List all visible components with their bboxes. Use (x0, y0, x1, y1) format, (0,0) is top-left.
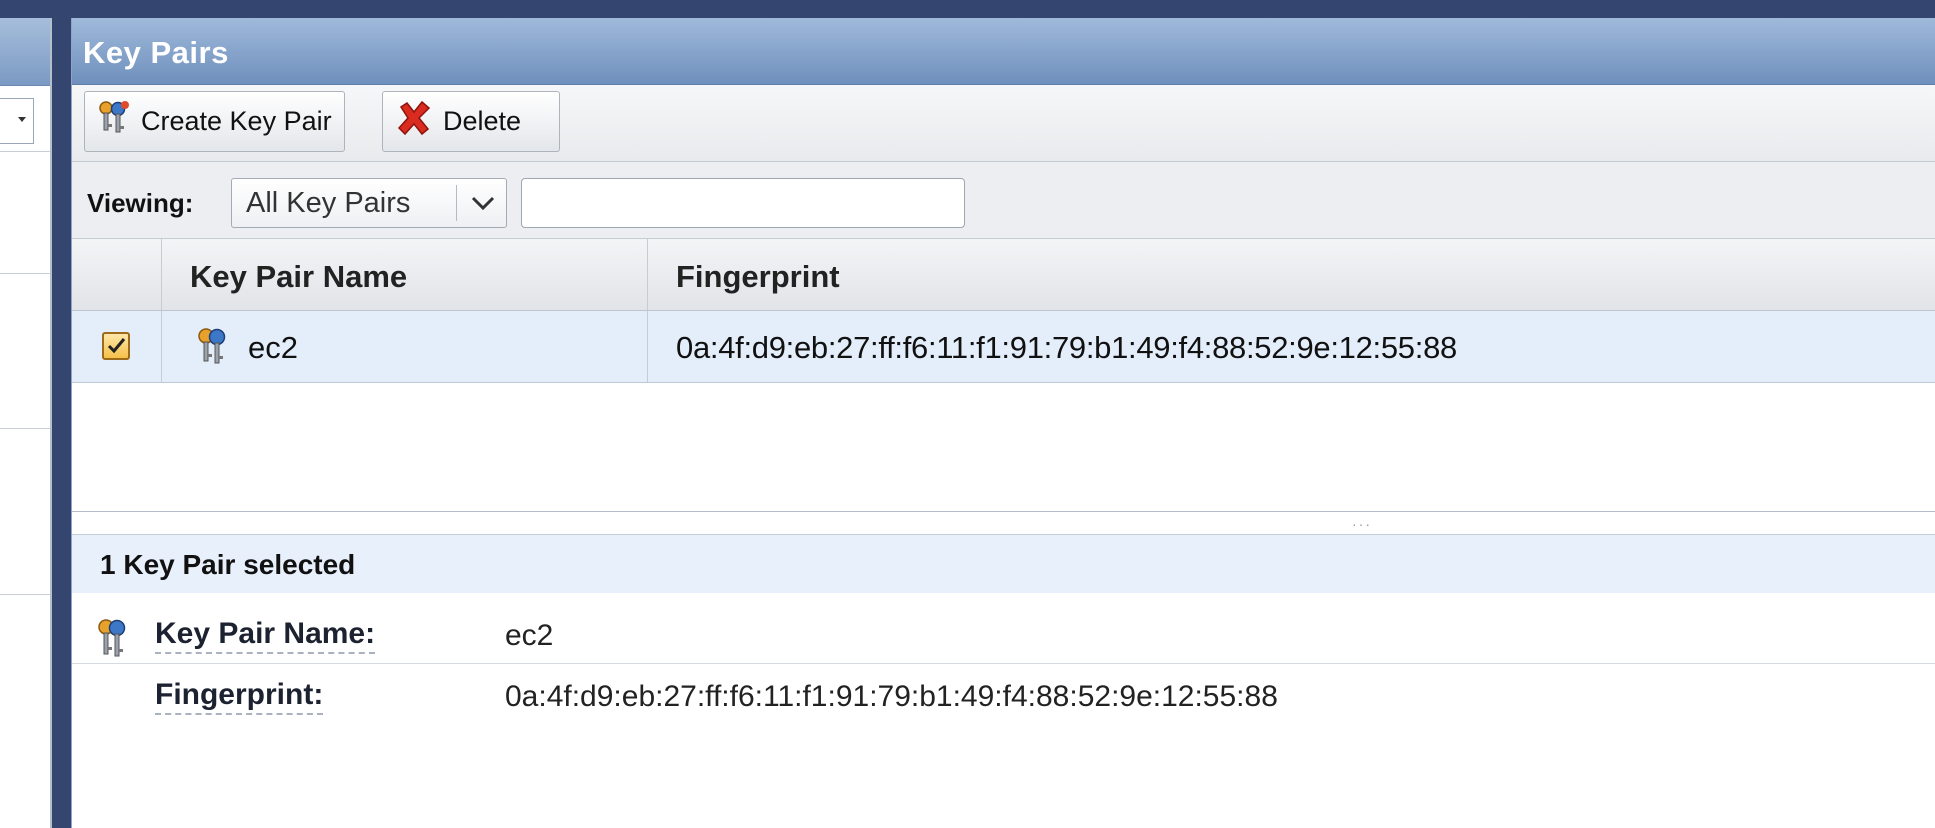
grid-empty-area (72, 383, 1935, 512)
fingerprint-value: 0a:4f:d9:eb:27:ff:f6:11:f1:91:79:b1:49:f… (505, 680, 1278, 713)
row-fingerprint: 0a:4f:d9:eb:27:ff:f6:11:f1:91:79:b1:49:f… (676, 330, 1457, 365)
left-nav-header (0, 18, 50, 86)
key-pair-add-icon (97, 100, 131, 143)
detail-row-fingerprint: Fingerprint: 0a:4f:d9:eb:27:ff:f6:11:f1:… (72, 664, 1935, 734)
column-divider[interactable] (647, 239, 648, 310)
toolbar: Create Key Pair Delete (72, 85, 1935, 162)
left-nav-dropdown[interactable] (0, 98, 34, 144)
key-pair-name-value: ec2 (505, 619, 554, 652)
red-x-delete-icon (395, 99, 433, 144)
chevron-down-icon (465, 185, 501, 221)
create-key-pair-label: Create Key Pair (141, 106, 332, 136)
detail-row-name: Key Pair Name: ec2 (72, 593, 1935, 664)
column-header-key-pair-name[interactable]: Key Pair Name (190, 259, 407, 295)
key-pairs-panel: Key Pairs Create Key Pair Delete Viewing… (71, 18, 1935, 828)
left-nav-divider (0, 151, 50, 152)
left-nav-panel (0, 18, 52, 828)
key-pair-name-label: Key Pair Name: (155, 617, 376, 654)
column-divider (647, 311, 648, 382)
key-pair-icon (96, 617, 130, 669)
select-all-column[interactable] (72, 239, 162, 310)
delete-button[interactable]: Delete (382, 91, 560, 152)
viewing-selected-option: All Key Pairs (246, 187, 411, 219)
delete-label: Delete (443, 106, 522, 136)
left-nav-divider (0, 273, 50, 274)
panel-splitter[interactable]: ··· (72, 512, 1935, 535)
viewing-bar: Viewing: All Key Pairs (72, 162, 1935, 239)
viewing-filter-select[interactable]: All Key Pairs (231, 178, 507, 228)
left-nav-divider (0, 594, 50, 595)
left-nav-divider (0, 428, 50, 429)
search-input[interactable] (521, 178, 965, 228)
create-key-pair-button[interactable]: Create Key Pair (84, 91, 345, 152)
row-checkbox-cell (72, 311, 162, 382)
row-key-pair-name: ec2 (248, 330, 298, 365)
splitter-grip-icon: ··· (1352, 516, 1372, 532)
grid-header: Key Pair Name Fingerprint (72, 239, 1935, 311)
select-divider (456, 185, 457, 221)
fingerprint-label: Fingerprint: (155, 678, 324, 715)
table-row[interactable]: ec2 0a:4f:d9:eb:27:ff:f6:11:f1:91:79:b1:… (72, 311, 1935, 383)
key-pair-icon (196, 327, 230, 375)
row-checkbox[interactable] (102, 332, 130, 360)
column-header-fingerprint[interactable]: Fingerprint (676, 259, 840, 295)
selection-summary: 1 Key Pair selected (72, 535, 1935, 593)
viewing-label: Viewing: (87, 188, 194, 218)
dropdown-arrow-icon (18, 117, 26, 122)
panel-title: Key Pairs (72, 18, 1935, 85)
